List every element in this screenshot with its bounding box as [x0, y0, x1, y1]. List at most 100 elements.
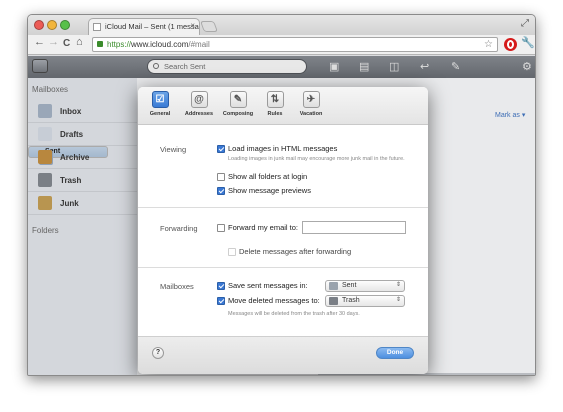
tab-addresses[interactable]: @ Addresses [182, 91, 216, 117]
tab-general-label: General [149, 111, 171, 117]
delete-after-forwarding-checkbox[interactable] [228, 248, 236, 256]
sidebar-item-label: Junk [60, 199, 79, 208]
drafts-mailbox-icon [38, 127, 52, 141]
inbox-mailbox-icon [38, 104, 52, 118]
gear-icon[interactable]: ⚙ [522, 60, 534, 73]
sidebar-item-junk[interactable]: Junk [28, 192, 137, 215]
done-button[interactable]: Done [376, 347, 414, 359]
save-sent-checkbox[interactable] [217, 282, 225, 290]
archive-mailbox-icon [38, 150, 52, 164]
tab-vacation[interactable]: ✈ Vacation [295, 91, 327, 117]
mailbox-list: InboxDraftsSentArchiveTrashJunk [28, 100, 137, 215]
move-icon[interactable]: ◫ [389, 60, 401, 73]
forward-icon[interactable]: → [48, 36, 59, 48]
tab-composing[interactable]: ✎ Composing [220, 91, 256, 117]
mail-sidebar: Mailboxes InboxDraftsSentArchiveTrashJun… [28, 56, 137, 375]
show-folders-checkbox[interactable] [217, 173, 225, 181]
sidebar-item-label: Archive [60, 153, 90, 162]
tab-composing-label: Composing [222, 111, 254, 117]
show-previews-label: Show message previews [228, 186, 311, 195]
sidebar-toolbar [28, 56, 137, 78]
sidebar-item-archive[interactable]: Archive [28, 146, 137, 169]
select-arrows-icon: ⇕ [395, 282, 401, 288]
tab-rules[interactable]: ⇅ Rules [262, 91, 288, 117]
sidebar-item-inbox[interactable]: Inbox [28, 100, 137, 123]
viewing-label: Viewing [160, 145, 187, 154]
load-images-note: Loading images in junk mail may encourag… [228, 156, 405, 162]
mailboxes-label: Mailboxes [160, 282, 194, 291]
tab-rules-label: Rules [267, 111, 283, 117]
trash-icon[interactable]: ▤ [359, 60, 371, 73]
browser-window: iCloud Mail – Sent (1 messag × ⤢ ← → C ⌂… [27, 14, 536, 376]
lock-icon [97, 41, 103, 47]
divider [138, 207, 428, 208]
bookmark-star-icon[interactable]: ☆ [484, 38, 493, 51]
save-sent-select[interactable]: Sent ⇕ [325, 280, 405, 292]
address-bar[interactable]: https://www.icloud.com/#mail ☆ [92, 37, 498, 52]
tab-bar: iCloud Mail – Sent (1 messag × ⤢ [28, 15, 535, 35]
icloud-icon[interactable] [32, 59, 48, 73]
forward-email-label: Forward my email to: [228, 223, 299, 232]
tab-title: iCloud Mail – Sent (1 messag [105, 22, 200, 31]
forward-email-checkbox[interactable] [217, 224, 225, 232]
back-icon[interactable]: ← [34, 36, 45, 48]
new-tab-button[interactable] [199, 21, 219, 32]
preferences-tabs: ☑ General @ Addresses ✎ Composing ⇅ Rule… [138, 87, 428, 125]
forward-email-input[interactable] [302, 221, 406, 234]
load-images-checkbox[interactable] [217, 145, 225, 153]
search-placeholder: Search Sent [164, 62, 206, 71]
tab-general[interactable]: ☑ General [146, 91, 174, 117]
opera-extension-icon[interactable] [504, 38, 517, 51]
sidebar-item-label: Drafts [60, 130, 84, 139]
main-toolbar: Search Sent ▣ ▤ ◫ ↩ ✎ ⚙ [137, 56, 535, 78]
divider [138, 267, 428, 268]
move-deleted-value: Trash [342, 297, 360, 304]
sidebar-item-label: Trash [60, 176, 82, 185]
tab-addresses-label: Addresses [184, 111, 214, 117]
new-message-icon[interactable]: ✎ [451, 60, 463, 73]
url-host: www.icloud.com [131, 40, 189, 49]
close-window-button[interactable] [34, 20, 44, 30]
delete-after-forwarding-label: Delete messages after forwarding [239, 247, 352, 256]
sidebar-item-trash[interactable]: Trash [28, 169, 137, 192]
at-sign-icon: @ [190, 91, 208, 108]
search-icon [153, 63, 159, 69]
forwarding-label: Forwarding [160, 224, 198, 233]
tab-vacation-label: Vacation [299, 111, 323, 117]
sidebar-item-drafts[interactable]: Drafts [28, 123, 137, 146]
url-scheme: https:// [107, 40, 132, 49]
mark-as-menu[interactable]: Mark as ▾ [495, 111, 525, 119]
reload-icon[interactable]: C [63, 38, 70, 49]
preferences-dialog: ☑ General @ Addresses ✎ Composing ⇅ Rule… [138, 87, 428, 374]
show-previews-checkbox[interactable] [217, 187, 225, 195]
wrench-icon[interactable]: 🔧 [521, 36, 535, 49]
folders-header: Folders [32, 226, 59, 235]
trash-mailbox-icon [38, 173, 52, 187]
sent-mailbox-icon [329, 282, 338, 290]
help-button[interactable]: ? [152, 347, 164, 359]
show-folders-label: Show all folders at login [228, 172, 308, 181]
move-deleted-checkbox[interactable] [217, 297, 225, 305]
compose-icon: ✎ [229, 91, 247, 108]
browser-tab[interactable]: iCloud Mail – Sent (1 messag × [88, 18, 200, 35]
mailboxes-header: Mailboxes [32, 85, 69, 94]
sidebar-item-label: Inbox [60, 107, 82, 116]
expand-icon[interactable]: ⤢ [521, 18, 529, 29]
close-tab-icon[interactable]: × [190, 21, 195, 30]
select-arrows-icon: ⇕ [395, 297, 401, 303]
move-deleted-select[interactable]: Trash ⇕ [325, 295, 405, 307]
load-images-label: Load images in HTML messages [228, 144, 338, 153]
airplane-icon: ✈ [302, 91, 320, 108]
trash-mailbox-icon [329, 297, 338, 305]
search-input[interactable]: Search Sent [147, 59, 307, 74]
rules-icon: ⇅ [266, 91, 284, 108]
compose-icon[interactable]: ▣ [329, 60, 341, 73]
zoom-window-button[interactable] [60, 20, 70, 30]
home-icon[interactable]: ⌂ [76, 36, 83, 48]
junk-mailbox-icon [38, 196, 52, 210]
minimize-window-button[interactable] [47, 20, 57, 30]
url-path: /#mail [188, 40, 210, 49]
favicon-icon [93, 23, 101, 31]
reply-icon[interactable]: ↩ [420, 60, 432, 73]
move-deleted-label: Move deleted messages to: [228, 296, 320, 305]
